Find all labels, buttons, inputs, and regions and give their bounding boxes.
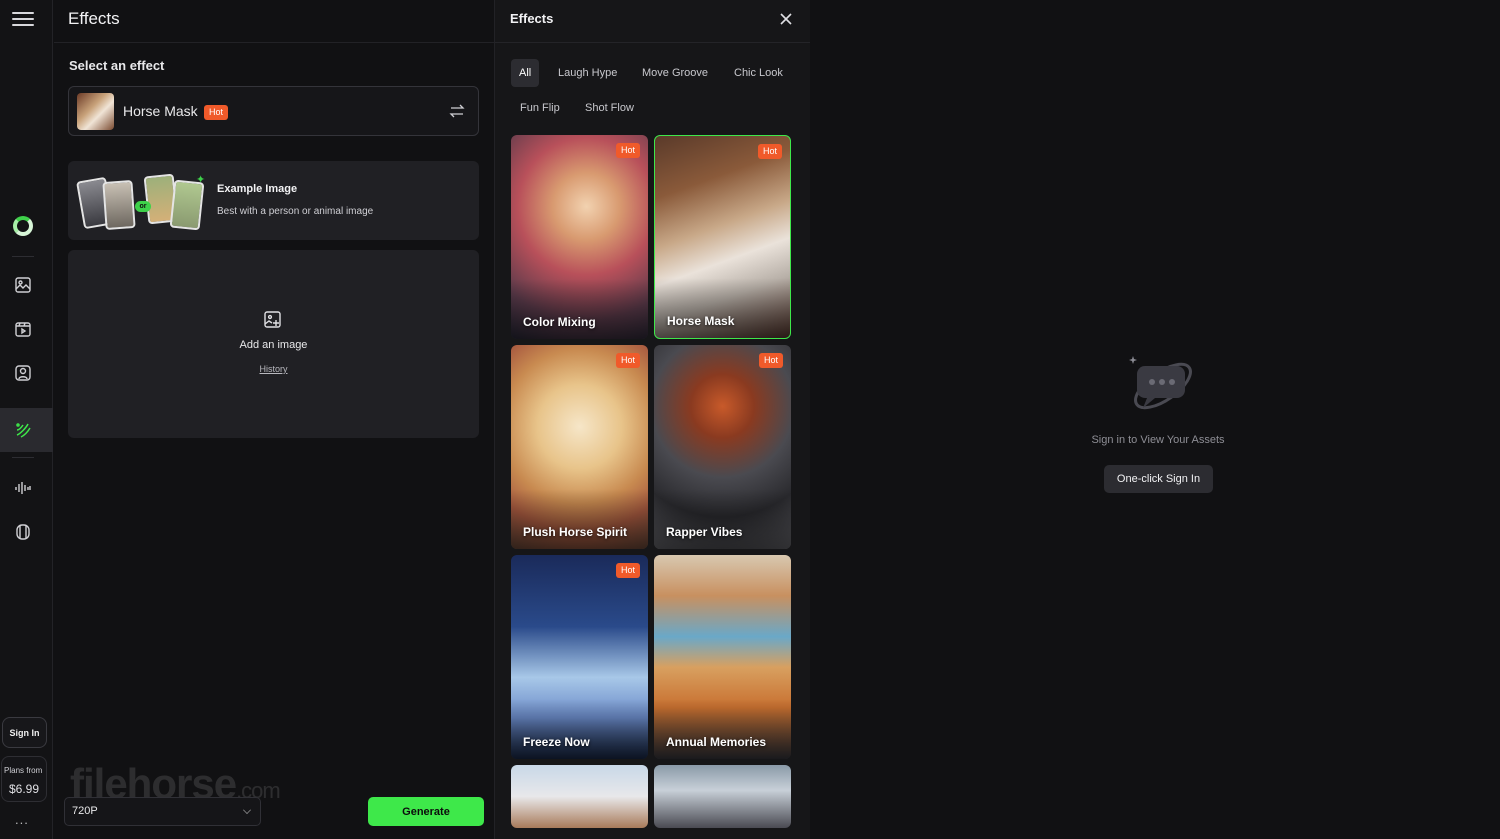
menu-icon[interactable]: [12, 9, 34, 27]
example-image-card: or ✦ Example Image Best with a person or…: [68, 161, 479, 240]
category-tab-all[interactable]: All: [511, 59, 540, 87]
logo-icon[interactable]: [13, 216, 33, 236]
image-icon[interactable]: [12, 274, 34, 296]
image-upload-area[interactable]: Add an image History: [68, 250, 479, 438]
assets-area: Sign in to View Your Assets One-click Si…: [811, 0, 1500, 839]
plans-label: Plans from: [4, 766, 43, 775]
effect-tile-freeze-now[interactable]: Hot Freeze Now: [511, 555, 648, 759]
character-icon[interactable]: [12, 362, 34, 384]
example-thumb: [102, 180, 136, 230]
effect-tile-label: Color Mixing: [523, 315, 596, 329]
effect-tile-label: Rapper Vibes: [666, 525, 743, 539]
effects-icon[interactable]: [12, 419, 34, 441]
plans-button[interactable]: Plans from $6.99: [1, 756, 47, 802]
example-thumb: [169, 179, 205, 231]
example-thumbnails: or ✦: [76, 169, 208, 233]
sign-in-prompt: Sign in to View Your Assets: [1091, 434, 1225, 446]
effect-tile-label: Plush Horse Spirit: [523, 525, 628, 539]
effect-tile-color-mixing[interactable]: Hot Color Mixing: [511, 135, 648, 339]
panel-header: Effects: [54, 0, 494, 43]
category-tab-move-groove[interactable]: Move Groove: [634, 59, 716, 87]
hot-badge: Hot: [758, 353, 783, 368]
effect-settings-panel: Effects Select an effect Horse Mask Hot …: [54, 0, 494, 839]
audio-icon[interactable]: [12, 477, 34, 499]
assets-chat-icon: [1129, 356, 1192, 410]
effect-tile-label: Horse Mask: [667, 314, 735, 328]
hot-badge: Hot: [615, 143, 640, 158]
cube-icon[interactable]: [12, 521, 34, 543]
hot-badge: Hot: [204, 105, 229, 120]
effects-gallery: Effects All Laugh Hype Move Groove Chic …: [494, 0, 810, 839]
category-tab-chic-look[interactable]: Chic Look: [726, 59, 791, 87]
generate-button[interactable]: Generate: [368, 797, 484, 826]
history-link[interactable]: History: [68, 364, 479, 374]
select-effect-label: Select an effect: [69, 58, 165, 73]
one-click-sign-in-button[interactable]: One-click Sign In: [1104, 465, 1213, 493]
chevron-down-icon: [243, 806, 251, 814]
category-tab-laugh-hype[interactable]: Laugh Hype: [550, 59, 625, 87]
gallery-title: Effects: [510, 11, 554, 26]
selected-effect-thumbnail: [77, 93, 114, 130]
category-tab-shot-flow[interactable]: Shot Flow: [577, 94, 642, 122]
plans-price: $6.99: [9, 782, 40, 796]
more-button[interactable]: ...: [15, 812, 29, 827]
add-image-label: Add an image: [239, 339, 308, 351]
sign-in-button[interactable]: Sign In: [2, 717, 47, 748]
swap-icon[interactable]: [449, 103, 465, 119]
selected-effect-box[interactable]: Horse Mask Hot: [68, 86, 479, 136]
effect-tile-annual-memories[interactable]: Annual Memories: [654, 555, 791, 759]
gallery-header: Effects: [495, 0, 810, 43]
effect-tile-rapper-vibes[interactable]: Hot Rapper Vibes: [654, 345, 791, 549]
effect-tile[interactable]: [654, 765, 791, 828]
example-title: Example Image: [217, 183, 298, 195]
hot-badge: Hot: [615, 353, 640, 368]
hot-badge: Hot: [615, 563, 640, 578]
resolution-select[interactable]: 720P: [64, 797, 261, 826]
page-title: Effects: [68, 9, 120, 28]
effect-tile-horse-mask[interactable]: Hot Horse Mask: [654, 135, 791, 339]
left-sidebar: Sign In Plans from $6.99 ...: [0, 0, 53, 839]
selected-effect-name: Horse Mask: [123, 103, 198, 119]
effect-tile-label: Annual Memories: [666, 735, 767, 749]
category-tab-fun-flip[interactable]: Fun Flip: [512, 94, 568, 122]
effect-tile[interactable]: [511, 765, 648, 828]
video-icon[interactable]: [12, 318, 34, 340]
close-icon[interactable]: [778, 11, 794, 27]
effect-tile-label: Freeze Now: [523, 735, 590, 749]
sidebar-divider: [12, 256, 34, 257]
or-badge: or: [135, 201, 151, 212]
resolution-value: 720P: [72, 805, 98, 817]
sidebar-divider: [12, 457, 34, 458]
effect-tile-plush-horse-spirit[interactable]: Hot Plush Horse Spirit: [511, 345, 648, 549]
example-subtitle: Best with a person or animal image: [217, 206, 374, 217]
hot-badge: Hot: [757, 144, 782, 159]
sparkle-icon: ✦: [196, 174, 206, 186]
add-image-icon: [264, 311, 281, 328]
